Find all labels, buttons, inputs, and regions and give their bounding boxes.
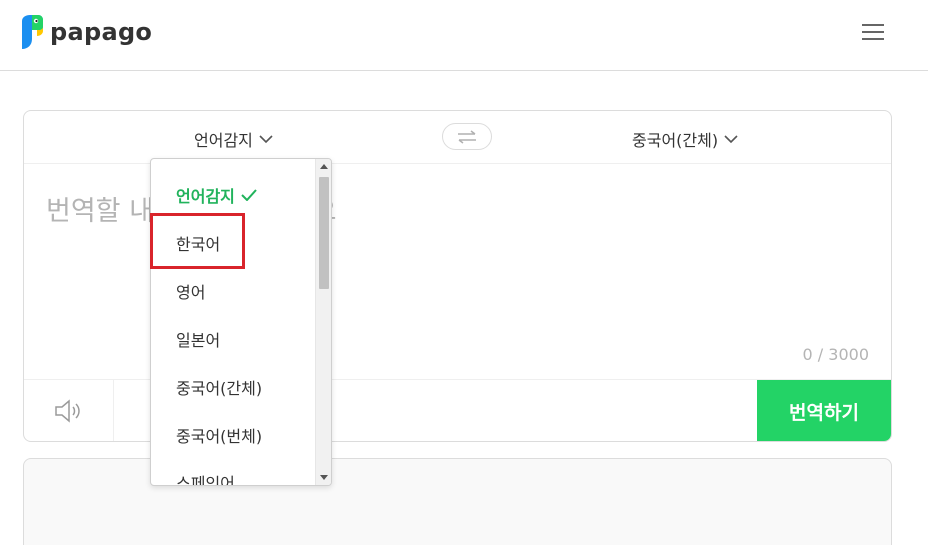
speaker-icon: [54, 399, 80, 423]
chevron-down-icon: [724, 134, 738, 143]
scrollbar-thumb[interactable]: [319, 177, 329, 289]
language-dropdown[interactable]: 언어감지 한국어 영어 일본어 중국어(간체) 중국어(번체) 스페인어: [150, 158, 332, 486]
language-option-detect[interactable]: 언어감지: [176, 183, 257, 207]
language-option-japanese[interactable]: 일본어: [176, 327, 220, 351]
language-option-label: 영어: [176, 283, 206, 302]
swap-arrows-icon: [458, 129, 476, 144]
language-option-label: 중국어(번체): [176, 427, 263, 446]
language-option-label: 언어감지: [176, 187, 235, 206]
swap-languages-button[interactable]: [442, 123, 492, 150]
source-language-label: 언어감지: [194, 131, 253, 150]
language-option-english[interactable]: 영어: [176, 279, 205, 303]
language-option-label: 한국어: [176, 235, 221, 254]
header: papago: [0, 0, 928, 71]
hamburger-menu-icon[interactable]: [862, 24, 886, 40]
speaker-button[interactable]: [24, 380, 114, 441]
chevron-down-icon: [259, 134, 273, 143]
papago-parrot-icon: [22, 15, 43, 49]
dropdown-scrollbar[interactable]: [315, 159, 331, 485]
language-option-korean[interactable]: 한국어: [176, 231, 220, 255]
language-bar: 언어감지 중국어(간체): [24, 111, 891, 164]
translate-button[interactable]: 번역하기: [757, 380, 891, 441]
language-list: 언어감지 한국어 영어 일본어 중국어(간체) 중국어(번체) 스페인어: [151, 159, 315, 485]
char-count: 0 / 3000: [802, 345, 869, 364]
logo-text: papago: [50, 18, 153, 46]
scroll-up-arrow-icon[interactable]: [320, 164, 328, 169]
language-option-label: 스페인어: [176, 474, 235, 486]
target-language-select[interactable]: 중국어(간체): [632, 127, 738, 151]
checkmark-icon: [241, 189, 257, 201]
papago-logo[interactable]: papago: [18, 15, 152, 49]
language-option-label: 일본어: [176, 331, 221, 350]
language-option-spanish[interactable]: 스페인어: [176, 470, 235, 486]
target-language-label: 중국어(간체): [632, 131, 719, 150]
language-option-label: 중국어(간체): [176, 379, 263, 398]
source-language-select[interactable]: 언어감지: [194, 127, 273, 151]
scroll-down-arrow-icon[interactable]: [320, 475, 328, 480]
language-option-chinese-traditional[interactable]: 중국어(번체): [176, 423, 262, 447]
language-option-chinese-simplified[interactable]: 중국어(간체): [176, 375, 262, 399]
